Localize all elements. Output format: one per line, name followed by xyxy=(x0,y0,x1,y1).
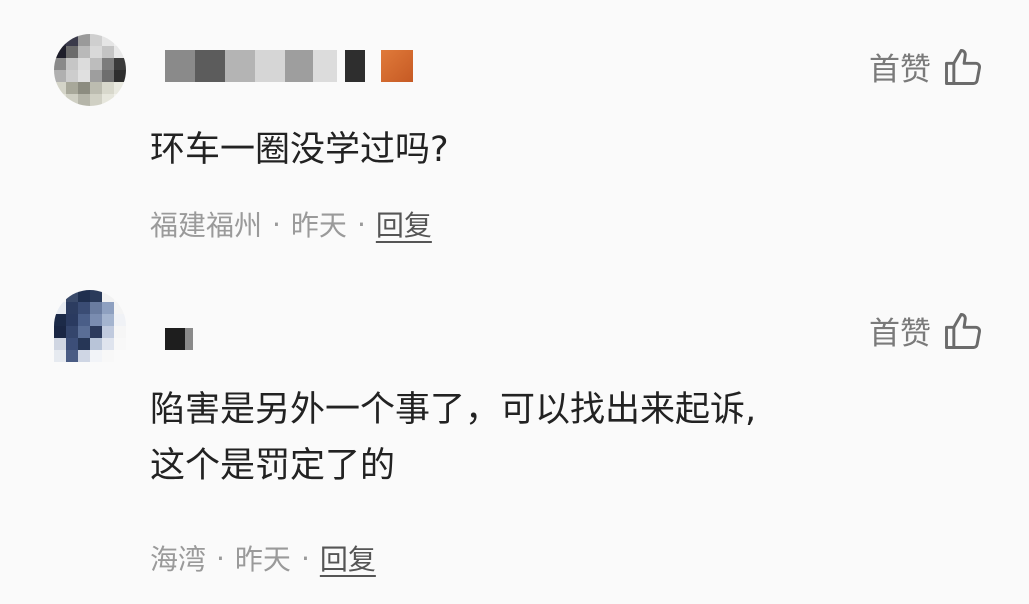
username-pixelated[interactable] xyxy=(165,328,193,350)
like-button[interactable]: 首赞 xyxy=(869,308,985,353)
avatar[interactable] xyxy=(54,34,126,106)
thumbs-up-icon xyxy=(945,312,981,349)
comment-text-line: 陷害是另外一个事了，可以找出来起诉, xyxy=(150,390,757,430)
thumbs-up-icon xyxy=(945,48,981,85)
comment-text: 环车一圈没学过吗? xyxy=(150,122,449,178)
comment-item: 首赞 陷害是另外一个事了，可以找出来起诉, 这个是罚定了的 海湾 · 昨天 · … xyxy=(0,270,1029,604)
like-label: 首赞 xyxy=(869,316,931,352)
like-label: 首赞 xyxy=(869,52,931,88)
separator: · xyxy=(216,541,225,575)
separator: · xyxy=(300,541,310,575)
reply-link[interactable]: 回复 xyxy=(376,204,432,244)
reply-link[interactable]: 回复 xyxy=(320,538,376,578)
comment-text-line: 这个是罚定了的 xyxy=(150,446,396,486)
comment-text-line: 环车一圈没学过吗? xyxy=(150,130,449,170)
comment-meta: 海湾 · 昨天 · 回复 xyxy=(150,538,376,578)
separator: · xyxy=(272,207,281,241)
separator: · xyxy=(356,207,366,241)
avatar[interactable] xyxy=(54,290,126,362)
timestamp: 昨天 xyxy=(234,543,291,576)
timestamp: 昨天 xyxy=(290,209,347,242)
username-pixelated[interactable] xyxy=(165,50,413,82)
location: 福建福州 xyxy=(150,209,263,242)
comment-meta: 福建福州 · 昨天 · 回复 xyxy=(150,204,432,244)
comment-text: 陷害是另外一个事了，可以找出来起诉, 这个是罚定了的 xyxy=(150,382,756,494)
like-button[interactable]: 首赞 xyxy=(869,44,985,89)
location: 海湾 xyxy=(150,543,207,576)
comment-item: 首赞 环车一圈没学过吗? 福建福州 · 昨天 · 回复 xyxy=(0,0,1029,270)
